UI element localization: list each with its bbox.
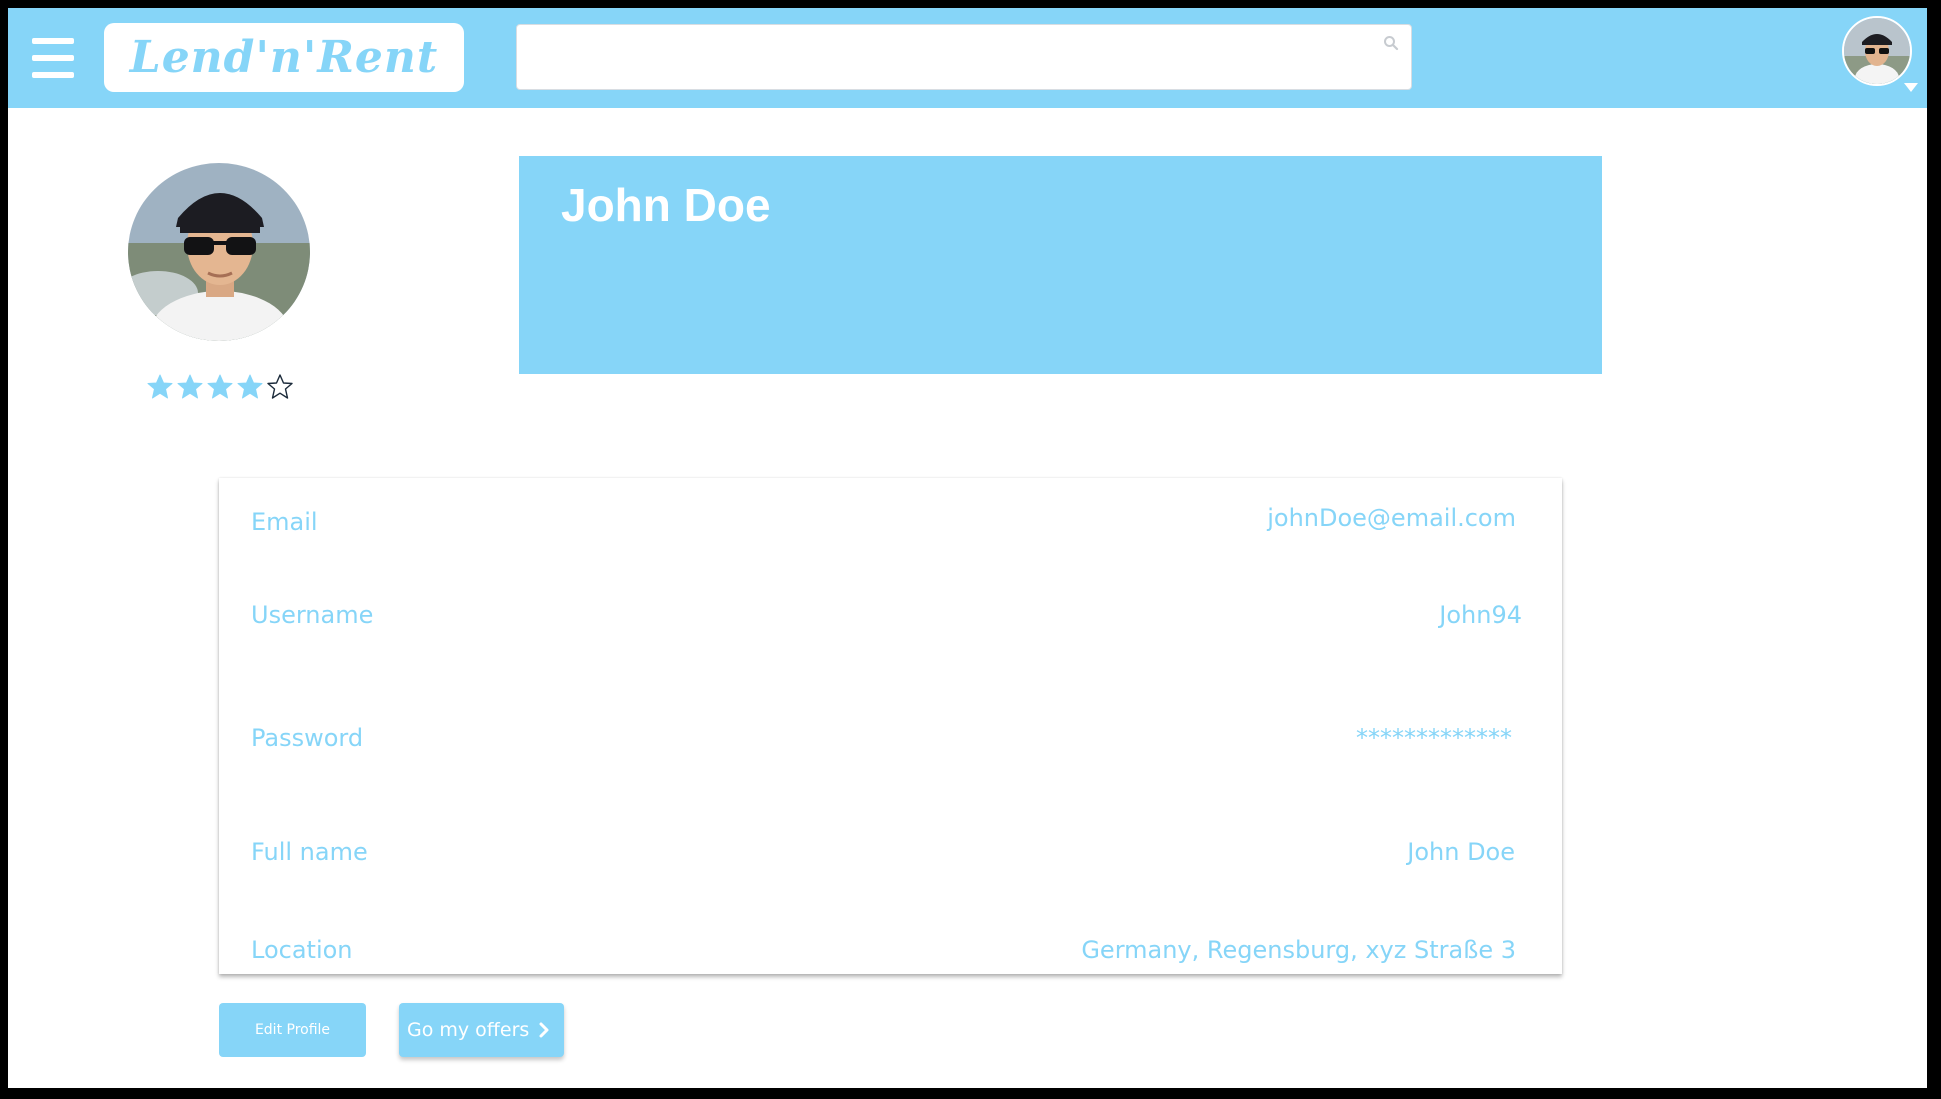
email-label: Email xyxy=(251,508,318,536)
email-value: johnDoe@email.com xyxy=(1267,504,1516,532)
menu-bar xyxy=(32,55,74,61)
chevron-right-icon xyxy=(538,1021,550,1044)
profile-banner: John Doe xyxy=(519,156,1602,374)
my-offers-button[interactable]: Go my offers xyxy=(399,1003,564,1057)
username-label: Username xyxy=(251,601,374,629)
edit-profile-button[interactable]: Edit Profile xyxy=(219,1003,366,1057)
location-label: Location xyxy=(251,936,353,964)
full-name-value: John Doe xyxy=(1407,838,1515,866)
menu-bar xyxy=(32,38,74,44)
location-value: Germany, Regensburg, xyz Straße 3 xyxy=(1081,936,1516,964)
full-name-label: Full name xyxy=(251,838,368,866)
my-offers-label: Go my offers xyxy=(407,1019,530,1041)
profile-details-card: Email johnDoe@email.com Username John94 … xyxy=(219,478,1562,974)
password-value: ************* xyxy=(1356,724,1512,752)
username-value: John94 xyxy=(1439,601,1522,629)
star-filled-icon xyxy=(177,374,203,399)
rating-stars xyxy=(146,373,294,401)
star-filled-icon xyxy=(207,374,233,399)
profile-name: John Doe xyxy=(561,179,771,231)
search-input[interactable] xyxy=(517,25,1395,89)
caret-down-icon[interactable] xyxy=(1904,83,1918,92)
app-window: Lend'n'Rent John Doe Email johnDoe@email… xyxy=(8,8,1927,1088)
search-icon[interactable] xyxy=(1383,35,1399,56)
star-filled-icon xyxy=(147,374,173,399)
menu-icon[interactable] xyxy=(32,38,74,78)
brand-logo[interactable]: Lend'n'Rent xyxy=(104,23,464,92)
profile-photo xyxy=(128,163,310,341)
password-label: Password xyxy=(251,724,364,752)
menu-bar xyxy=(32,72,74,78)
logo-text: Lend'n'Rent xyxy=(129,32,439,83)
star-filled-icon xyxy=(237,374,263,399)
search-bar[interactable] xyxy=(516,24,1412,90)
top-navbar: Lend'n'Rent xyxy=(8,8,1927,108)
star-empty-icon xyxy=(267,374,293,399)
user-avatar[interactable] xyxy=(1842,16,1912,86)
